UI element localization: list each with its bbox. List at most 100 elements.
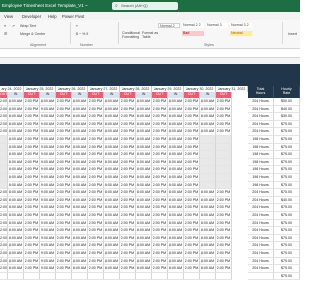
time-cell[interactable]: 8:00 AM <box>136 204 152 212</box>
time-cell[interactable]: 2:00 PM <box>24 189 40 197</box>
time-cell[interactable]: 8:00 AM <box>136 250 152 258</box>
time-cell[interactable]: 8:00 AM <box>104 105 120 114</box>
time-cell[interactable]: 8:00 AM <box>8 219 24 228</box>
time-cell[interactable]: 9:00 AM <box>40 158 56 167</box>
time-cell[interactable]: 2:00 PM <box>56 219 72 228</box>
time-cell[interactable]: 8:00 AM <box>104 158 120 167</box>
time-cell[interactable]: 8:00 AM <box>72 105 88 114</box>
total-hours-cell[interactable]: 204 Hours <box>248 242 274 250</box>
time-cell[interactable]: 2:00 PM <box>88 204 104 212</box>
time-cell[interactable]: 2:00 PM <box>184 242 200 250</box>
time-cell[interactable]: 2:00 PM <box>56 227 72 235</box>
time-cell[interactable]: 2:00 PM <box>120 204 136 212</box>
time-cell[interactable]: 2:00 PM <box>24 128 40 136</box>
time-cell[interactable]: 2:00 PM <box>184 158 200 167</box>
time-cell[interactable]: 9:00 AM <box>40 181 56 190</box>
time-cell[interactable]: 8:00 AM <box>136 98 152 106</box>
time-cell[interactable]: 2:00 PM <box>184 219 200 228</box>
time-cell[interactable]: 8:00 AM <box>136 257 152 266</box>
currency-icon[interactable]: $ ~ % 9 <box>76 32 88 36</box>
time-cell[interactable]: 8:00 AM <box>168 204 184 212</box>
time-cell[interactable]: 2:00 PM <box>0 212 8 220</box>
time-cell[interactable]: 8:00 AM <box>8 204 24 212</box>
hourly-rate-cell[interactable]: $75.00 <box>274 242 300 250</box>
time-cell[interactable]: 8:00 AM <box>200 265 216 273</box>
align-top-icon[interactable]: ≡ <box>4 24 6 28</box>
time-cell[interactable]: 2:00 PM <box>0 250 8 258</box>
total-hours-cell[interactable]: 204 Hours <box>248 250 274 258</box>
time-cell[interactable]: 8:00 AM <box>104 136 120 144</box>
time-cell[interactable]: 2:00 PM <box>120 113 136 121</box>
time-cell[interactable] <box>200 166 216 174</box>
time-cell[interactable]: 8:00 AM <box>72 234 88 243</box>
hourly-rate-cell[interactable]: $75.00 <box>274 189 300 197</box>
time-cell[interactable]: 2:00 PM <box>152 265 168 273</box>
time-cell[interactable]: 2:00 PM <box>56 257 72 266</box>
time-cell[interactable]: 2:00 PM <box>56 242 72 250</box>
time-cell[interactable] <box>216 181 232 190</box>
time-cell[interactable]: 2:00 PM <box>88 257 104 266</box>
time-cell[interactable] <box>216 272 232 281</box>
time-cell[interactable]: 2:00 PM <box>24 265 40 273</box>
time-cell[interactable]: 9:00 AM <box>40 257 56 266</box>
time-cell[interactable]: 8:00 AM <box>136 136 152 144</box>
style-normal-2[interactable]: Normal 2 <box>158 23 180 28</box>
time-cell[interactable]: 2:00 PM <box>216 234 232 243</box>
time-cell[interactable]: 2:00 PM <box>216 128 232 136</box>
time-cell[interactable]: 2:00 PM <box>0 120 8 129</box>
hourly-rate-cell[interactable]: $75.00 <box>274 143 300 152</box>
time-cell[interactable]: 8:00 AM <box>8 265 24 273</box>
time-cell[interactable]: 2:00 PM <box>88 196 104 205</box>
time-cell[interactable]: 2:00 PM <box>216 265 232 273</box>
time-cell[interactable]: 2:00 PM <box>216 242 232 250</box>
time-cell[interactable]: 8:00 AM <box>72 196 88 205</box>
time-cell[interactable]: 8:00 AM <box>200 212 216 220</box>
time-cell[interactable]: 2:00 PM <box>24 219 40 228</box>
time-cell[interactable]: 2:00 PM <box>56 204 72 212</box>
time-cell[interactable]: 8:00 AM <box>136 113 152 121</box>
total-hours-cell[interactable]: 204 Hours <box>248 189 274 197</box>
time-cell[interactable]: 8:00 AM <box>8 166 24 174</box>
time-cell[interactable]: 8:00 AM <box>104 219 120 228</box>
time-cell[interactable]: 8:00 AM <box>72 212 88 220</box>
time-cell[interactable]: 8:00 AM <box>136 219 152 228</box>
time-cell[interactable]: 8:00 AM <box>136 181 152 190</box>
time-cell[interactable]: 2:00 PM <box>88 166 104 174</box>
time-cell[interactable]: 8:00 AM <box>8 143 24 152</box>
time-cell[interactable]: 2:00 PM <box>184 227 200 235</box>
time-cell[interactable]: 2:00 PM <box>216 257 232 266</box>
time-cell[interactable]: 2:00 PM <box>56 181 72 190</box>
hourly-rate-cell[interactable]: $75.00 <box>274 257 300 266</box>
time-cell[interactable]: 8:00 AM <box>104 227 120 235</box>
time-cell[interactable]: 8:00 AM <box>104 98 120 106</box>
time-cell[interactable]: 2:00 PM <box>24 204 40 212</box>
time-cell[interactable]: 2:00 PM <box>152 158 168 167</box>
number-format-dropdown[interactable]: ▾ <box>76 24 78 28</box>
time-cell[interactable]: 2:00 PM <box>184 250 200 258</box>
time-cell[interactable]: 2:00 PM <box>184 212 200 220</box>
time-cell[interactable]: 8:00 AM <box>8 250 24 258</box>
time-cell[interactable]: 9:00 AM <box>40 143 56 152</box>
time-cell[interactable]: 2:00 PM <box>152 128 168 136</box>
time-cell[interactable]: 8:00 AM <box>104 128 120 136</box>
time-cell[interactable]: 8:00 AM <box>136 158 152 167</box>
time-cell[interactable]: 8:00 AM <box>104 250 120 258</box>
time-cell[interactable]: 9:00 AM <box>40 128 56 136</box>
time-cell[interactable]: 2:00 PM <box>184 166 200 174</box>
time-cell[interactable]: 2:00 PM <box>88 227 104 235</box>
time-cell[interactable]: 2:00 PM <box>152 196 168 205</box>
time-cell[interactable]: 8:00 AM <box>168 257 184 266</box>
time-cell[interactable]: 2:00 PM <box>120 98 136 106</box>
time-cell[interactable] <box>200 174 216 182</box>
time-cell[interactable]: 2:00 PM <box>56 265 72 273</box>
time-cell[interactable]: 8:00 AM <box>104 181 120 190</box>
time-cell[interactable]: 2:00 PM <box>152 250 168 258</box>
time-cell[interactable]: 8:00 AM <box>136 151 152 159</box>
time-cell[interactable]: 2:00 PM <box>152 105 168 114</box>
hourly-rate-cell[interactable]: $75.00 <box>274 166 300 174</box>
total-hours-cell[interactable]: 198 Hours <box>248 166 274 174</box>
time-cell[interactable]: 2:00 PM <box>88 136 104 144</box>
time-cell[interactable]: 9:00 AM <box>40 242 56 250</box>
time-cell[interactable]: 2:00 PM <box>24 143 40 152</box>
time-cell[interactable]: 8:00 AM <box>136 227 152 235</box>
